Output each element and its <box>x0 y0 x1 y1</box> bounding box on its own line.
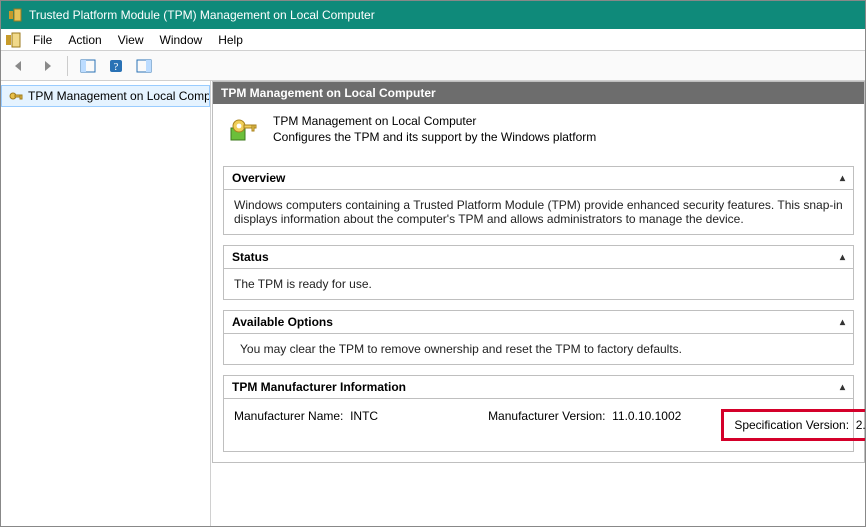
key-chip-icon <box>227 114 259 146</box>
manufacturer-name: Manufacturer Name: INTC <box>234 409 378 441</box>
manufacturer-row: Manufacturer Name: INTC Manufacturer Ver… <box>224 399 853 451</box>
specification-version: Specification Version: 2.0 <box>734 418 865 432</box>
panel-overview-body: Windows computers containing a Trusted P… <box>224 190 853 234</box>
manufacturer-version-label: Manufacturer Version: <box>488 409 605 423</box>
collapse-caret-icon: ▴ <box>840 382 845 393</box>
collapse-caret-icon: ▴ <box>840 252 845 263</box>
specification-version-value: 2.0 <box>856 418 865 432</box>
specification-version-label: Specification Version: <box>734 418 849 432</box>
intro-block: TPM Management on Local Computer Configu… <box>213 104 864 160</box>
window-titlebar: Trusted Platform Module (TPM) Management… <box>1 1 865 29</box>
window-title: Trusted Platform Module (TPM) Management… <box>29 8 375 22</box>
tree-item-label: TPM Management on Local Compu <box>28 89 210 103</box>
menu-action[interactable]: Action <box>60 31 109 49</box>
intro-line1: TPM Management on Local Computer <box>273 114 596 128</box>
panel-manufacturer-title: TPM Manufacturer Information <box>232 380 406 394</box>
panel-manufacturer-header[interactable]: TPM Manufacturer Information ▴ <box>224 376 853 399</box>
panel-status-body: The TPM is ready for use. <box>224 269 853 299</box>
nav-back-button[interactable] <box>7 54 31 78</box>
menu-window[interactable]: Window <box>152 31 211 49</box>
specification-version-highlight: Specification Version: 2.0 <box>721 409 865 441</box>
toolbar: ? <box>1 51 865 81</box>
key-icon <box>8 88 24 104</box>
panel-status-title: Status <box>232 250 269 264</box>
panel-status-header[interactable]: Status ▴ <box>224 246 853 269</box>
intro-line2: Configures the TPM and its support by th… <box>273 130 596 144</box>
intro-text: TPM Management on Local Computer Configu… <box>273 114 596 144</box>
panel-options-body: You may clear the TPM to remove ownershi… <box>224 334 853 364</box>
panel-options-title: Available Options <box>232 315 333 329</box>
panel-overview-title: Overview <box>232 171 285 185</box>
console-tree-pane: TPM Management on Local Compu <box>1 81 211 526</box>
menu-view[interactable]: View <box>110 31 152 49</box>
content-pane: TPM Management on Local Computer TPM Man… <box>211 81 865 526</box>
menu-help[interactable]: Help <box>210 31 251 49</box>
svg-text:?: ? <box>114 61 119 73</box>
console-icon <box>5 32 21 48</box>
manufacturer-name-value: INTC <box>350 409 378 423</box>
toolbar-separator <box>67 56 68 76</box>
show-hide-action-pane-button[interactable] <box>132 54 156 78</box>
menu-file[interactable]: File <box>25 31 60 49</box>
collapse-caret-icon: ▴ <box>840 317 845 328</box>
manufacturer-version-value: 11.0.10.1002 <box>612 409 681 423</box>
panel-options-header[interactable]: Available Options ▴ <box>224 311 853 334</box>
workspace: TPM Management on Local Compu TPM Manage… <box>1 81 865 526</box>
panel-overview-header[interactable]: Overview ▴ <box>224 167 853 190</box>
collapse-caret-icon: ▴ <box>840 173 845 184</box>
panel-overview: Overview ▴ Windows computers containing … <box>223 166 854 235</box>
manufacturer-name-label: Manufacturer Name: <box>234 409 343 423</box>
panel-options: Available Options ▴ You may clear the TP… <box>223 310 854 365</box>
nav-forward-button[interactable] <box>35 54 59 78</box>
help-button[interactable]: ? <box>104 54 128 78</box>
content-title: TPM Management on Local Computer <box>213 82 864 104</box>
app-icon <box>7 7 23 23</box>
show-hide-tree-button[interactable] <box>76 54 100 78</box>
tree-item-tpm-management[interactable]: TPM Management on Local Compu <box>1 85 210 107</box>
panel-status: Status ▴ The TPM is ready for use. <box>223 245 854 300</box>
panel-manufacturer: TPM Manufacturer Information ▴ Manufactu… <box>223 375 854 452</box>
manufacturer-version: Manufacturer Version: 11.0.10.1002 <box>488 409 681 441</box>
menubar: File Action View Window Help <box>1 29 865 51</box>
